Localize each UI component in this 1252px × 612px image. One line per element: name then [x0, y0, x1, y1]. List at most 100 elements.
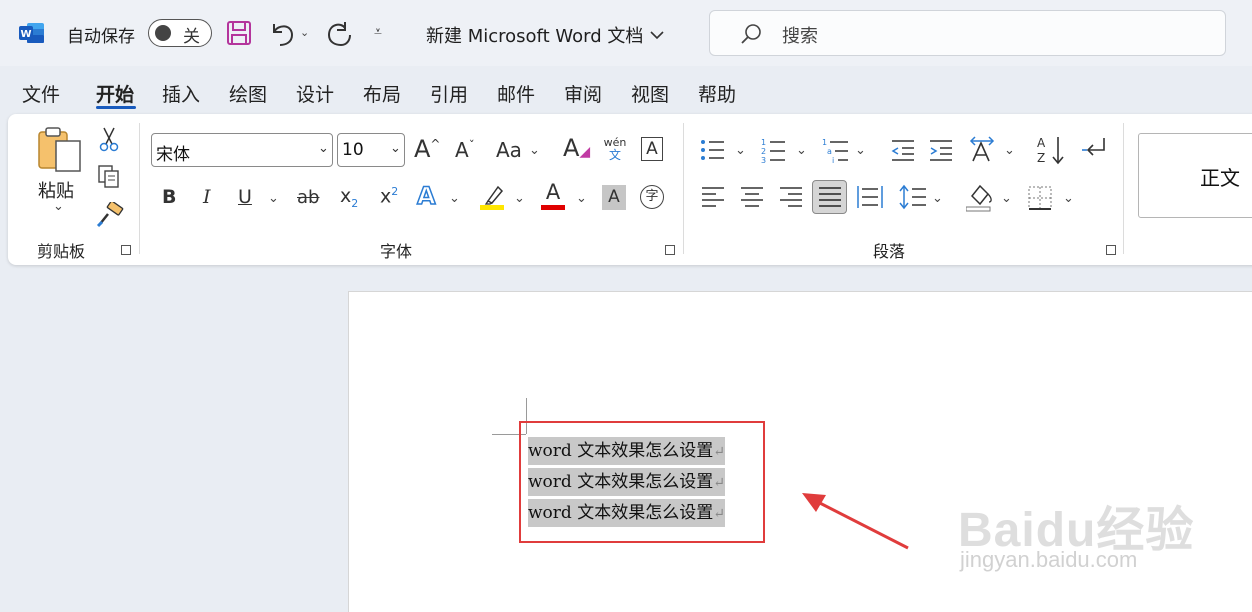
- paragraph-launcher-icon[interactable]: [1106, 245, 1116, 255]
- align-center-icon[interactable]: [740, 186, 764, 212]
- group-divider: [1123, 123, 1124, 254]
- phonetic-guide-icon[interactable]: wén 文: [601, 136, 629, 162]
- svg-text:a: a: [827, 147, 832, 156]
- sort-icon[interactable]: AZ: [1037, 134, 1065, 170]
- tab-review[interactable]: 审阅: [564, 80, 602, 107]
- underline-icon[interactable]: U: [238, 186, 252, 208]
- tab-mailings[interactable]: 邮件: [497, 80, 535, 107]
- undo-icon[interactable]: [268, 18, 296, 52]
- clear-formatting-icon[interactable]: A◢: [563, 134, 590, 162]
- search-icon: [740, 23, 762, 49]
- line-spacing-icon[interactable]: [899, 184, 927, 214]
- tab-references[interactable]: 引用: [430, 80, 468, 107]
- increase-indent-icon[interactable]: [928, 138, 954, 166]
- multilevel-dropdown-icon[interactable]: ⌄: [855, 143, 866, 158]
- svg-text:3: 3: [761, 156, 766, 164]
- italic-icon[interactable]: I: [203, 186, 211, 208]
- numbering-dropdown-icon[interactable]: ⌄: [796, 143, 807, 158]
- tab-insert[interactable]: 插入: [162, 80, 200, 107]
- subscript-icon[interactable]: x2: [340, 185, 358, 210]
- enclose-characters-icon[interactable]: 字: [640, 185, 664, 209]
- autosave-state: 关: [183, 27, 200, 47]
- tab-layout[interactable]: 布局: [363, 80, 401, 107]
- annotation-highlight-frame: [519, 421, 765, 543]
- text-direction-icon[interactable]: [969, 135, 999, 167]
- format-painter-icon[interactable]: [96, 200, 124, 232]
- font-name-select[interactable]: 宋体 ⌄: [151, 133, 333, 167]
- autosave-label: 自动保存: [67, 27, 135, 47]
- autosave-toggle[interactable]: 关: [148, 19, 212, 47]
- paste-dropdown-icon[interactable]: ⌄: [53, 199, 64, 214]
- highlight-dropdown-icon[interactable]: ⌄: [514, 191, 525, 206]
- customize-toolbar-icon[interactable]: ⩡: [374, 24, 382, 40]
- distributed-icon[interactable]: [857, 186, 883, 212]
- title-chevron-icon[interactable]: [650, 25, 664, 44]
- tab-draw[interactable]: 绘图: [229, 80, 267, 107]
- tab-home[interactable]: 开始: [96, 80, 134, 107]
- character-shading-icon[interactable]: A: [602, 185, 626, 210]
- shrink-font-icon[interactable]: Aˇ: [455, 138, 475, 162]
- font-group-label: 字体: [380, 242, 413, 261]
- shading-icon[interactable]: [965, 182, 994, 216]
- svg-text:i: i: [832, 156, 834, 164]
- paste-icon[interactable]: [36, 127, 82, 177]
- tab-design[interactable]: 设计: [296, 80, 334, 107]
- clipboard-launcher-icon[interactable]: [121, 245, 131, 255]
- redo-icon[interactable]: [325, 18, 353, 52]
- svg-text:W: W: [20, 29, 31, 40]
- svg-text:A: A: [1037, 136, 1046, 150]
- change-case-dropdown-icon[interactable]: ⌄: [529, 143, 540, 158]
- font-size-select[interactable]: 10 ⌄: [337, 133, 405, 167]
- font-color-dropdown-icon[interactable]: ⌄: [576, 191, 587, 206]
- search-box[interactable]: 搜索: [709, 10, 1226, 56]
- justify-button[interactable]: [812, 180, 847, 214]
- numbering-icon[interactable]: 123: [761, 136, 787, 168]
- align-right-icon[interactable]: [779, 186, 803, 212]
- cut-icon[interactable]: [98, 126, 120, 156]
- bullets-dropdown-icon[interactable]: ⌄: [735, 143, 746, 158]
- tab-file[interactable]: 文件: [22, 80, 60, 107]
- strikethrough-icon[interactable]: ab: [297, 187, 319, 208]
- search-placeholder: 搜索: [782, 26, 818, 47]
- tab-help[interactable]: 帮助: [698, 80, 736, 107]
- save-icon[interactable]: [226, 20, 252, 50]
- bullets-icon[interactable]: [700, 138, 726, 166]
- multilevel-list-icon[interactable]: 1ai: [822, 136, 850, 168]
- document-title[interactable]: 新建 Microsoft Word 文档: [426, 22, 643, 48]
- character-border-icon[interactable]: A: [641, 137, 663, 161]
- show-formatting-marks-icon[interactable]: [1080, 136, 1108, 166]
- superscript-icon[interactable]: x2: [380, 185, 398, 207]
- change-case-icon[interactable]: Aa: [496, 138, 522, 162]
- clipboard-group-label: 剪贴板: [37, 242, 86, 261]
- tab-view[interactable]: 视图: [631, 80, 669, 107]
- highlight-color-icon[interactable]: [480, 183, 506, 215]
- svg-text:Z: Z: [1037, 151, 1045, 165]
- toggle-knob: [155, 25, 171, 41]
- decrease-indent-icon[interactable]: [890, 138, 916, 166]
- font-name-value: 宋体: [156, 145, 190, 165]
- underline-dropdown-icon[interactable]: ⌄: [268, 191, 279, 206]
- style-normal-label: 正文: [1200, 166, 1240, 190]
- grow-font-icon[interactable]: A^: [414, 135, 440, 163]
- style-normal[interactable]: 正文: [1138, 133, 1252, 218]
- group-divider: [683, 123, 684, 254]
- svg-text:1: 1: [822, 138, 827, 147]
- text-effects-dropdown-icon[interactable]: ⌄: [449, 191, 460, 206]
- font-launcher-icon[interactable]: [665, 245, 675, 255]
- baidu-watermark-url: jingyan.baidu.com: [960, 547, 1138, 572]
- word-app-icon[interactable]: W: [19, 21, 45, 45]
- line-spacing-dropdown-icon[interactable]: ⌄: [932, 191, 943, 206]
- svg-text:1: 1: [761, 138, 766, 147]
- phonetic-bottom: 文: [608, 148, 621, 162]
- borders-dropdown-icon[interactable]: ⌄: [1063, 191, 1074, 206]
- borders-icon[interactable]: [1028, 186, 1052, 214]
- active-tab-indicator: [96, 106, 136, 109]
- undo-dropdown-icon[interactable]: ⌄: [300, 26, 309, 39]
- copy-icon[interactable]: [96, 163, 122, 193]
- text-direction-dropdown-icon[interactable]: ⌄: [1004, 143, 1015, 158]
- align-left-icon[interactable]: [701, 186, 725, 212]
- bold-icon[interactable]: B: [162, 186, 176, 208]
- shading-dropdown-icon[interactable]: ⌄: [1001, 191, 1012, 206]
- text-effects-icon[interactable]: A: [416, 181, 436, 211]
- font-color-icon[interactable]: A: [541, 181, 565, 210]
